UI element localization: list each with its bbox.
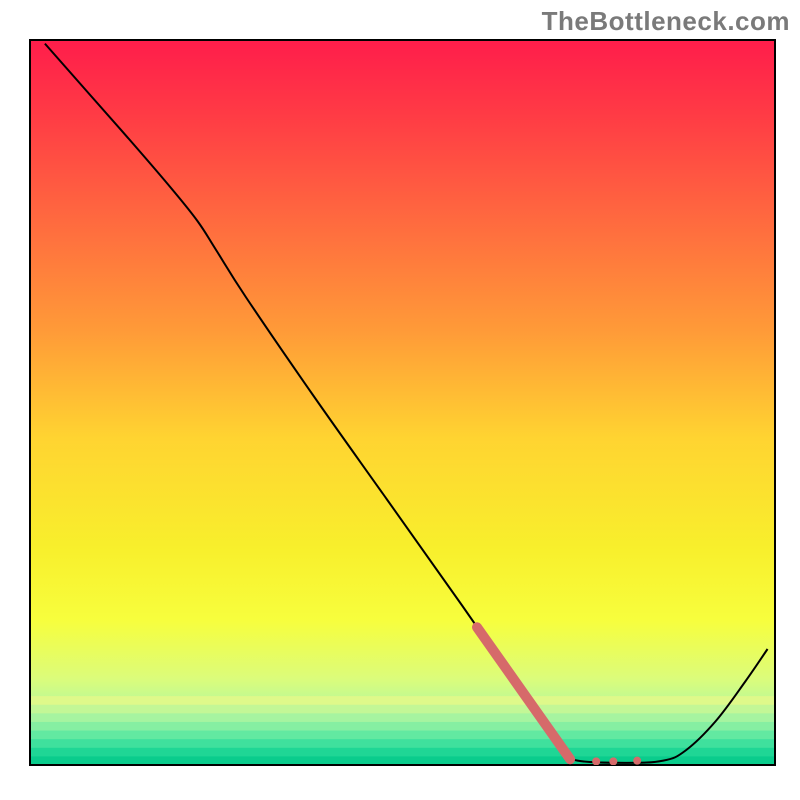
watermark-text: TheBottleneck.com xyxy=(542,6,790,37)
highlight-dot-1 xyxy=(592,757,600,765)
chart-stage: TheBottleneck.com xyxy=(0,0,800,800)
gradient-background xyxy=(30,40,775,766)
bottleneck-chart xyxy=(0,0,800,800)
highlight-dot-2 xyxy=(609,757,617,765)
highlight-dot-3 xyxy=(633,757,641,765)
